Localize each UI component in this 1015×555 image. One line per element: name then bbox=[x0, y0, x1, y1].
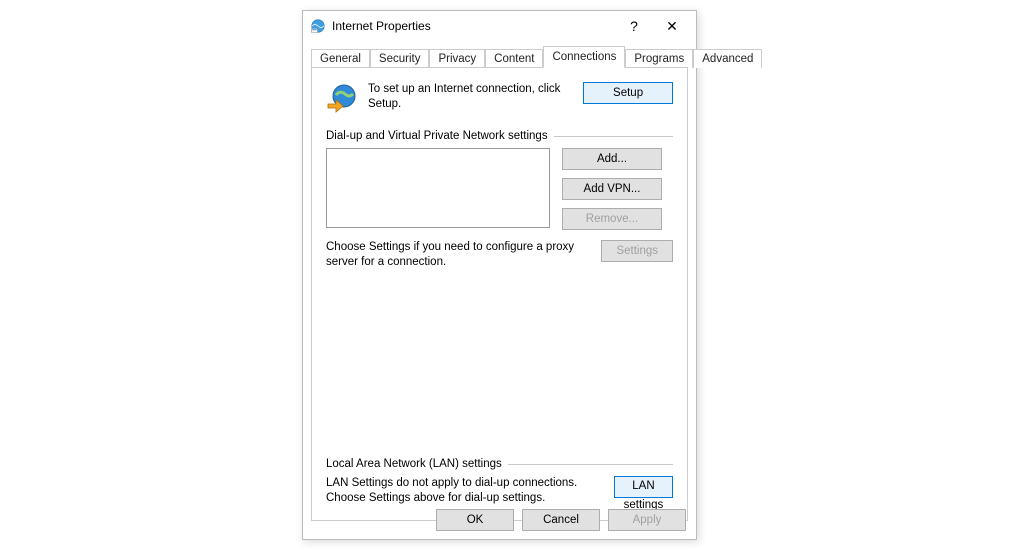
tab-connections[interactable]: Connections bbox=[543, 46, 625, 68]
lan-group: Local Area Network (LAN) settings LAN Se… bbox=[326, 458, 673, 506]
lan-text: LAN Settings do not apply to dial-up con… bbox=[326, 476, 602, 506]
tab-privacy[interactable]: Privacy bbox=[429, 49, 485, 68]
divider bbox=[554, 136, 673, 137]
window-title: Internet Properties bbox=[332, 19, 616, 33]
dialup-group: Dial-up and Virtual Private Network sett… bbox=[326, 130, 673, 270]
connections-panel: To set up an Internet connection, click … bbox=[311, 67, 688, 521]
setup-intro-text: To set up an Internet connection, click … bbox=[368, 82, 573, 112]
lan-group-label: Local Area Network (LAN) settings bbox=[326, 458, 502, 470]
tab-general[interactable]: General bbox=[311, 49, 370, 68]
internet-options-icon bbox=[310, 18, 326, 34]
settings-button[interactable]: Settings bbox=[601, 240, 673, 262]
remove-button[interactable]: Remove... bbox=[562, 208, 662, 230]
globe-arrow-icon bbox=[326, 82, 358, 114]
internet-properties-dialog: Internet Properties ? ✕ General Security… bbox=[302, 10, 697, 540]
close-button[interactable]: ✕ bbox=[652, 18, 692, 35]
dialup-group-label: Dial-up and Virtual Private Network sett… bbox=[326, 130, 548, 142]
dialog-footer: OK Cancel Apply bbox=[436, 509, 686, 531]
divider bbox=[508, 464, 673, 465]
add-vpn-button[interactable]: Add VPN... bbox=[562, 178, 662, 200]
titlebar: Internet Properties ? ✕ bbox=[303, 11, 696, 41]
setup-button[interactable]: Setup bbox=[583, 82, 673, 104]
tabstrip: General Security Privacy Content Connect… bbox=[303, 45, 696, 67]
tab-advanced[interactable]: Advanced bbox=[693, 49, 762, 68]
add-button[interactable]: Add... bbox=[562, 148, 662, 170]
tab-security[interactable]: Security bbox=[370, 49, 430, 68]
apply-button[interactable]: Apply bbox=[608, 509, 686, 531]
connections-listbox[interactable] bbox=[326, 148, 550, 228]
tab-programs[interactable]: Programs bbox=[625, 49, 693, 68]
cancel-button[interactable]: Cancel bbox=[522, 509, 600, 531]
ok-button[interactable]: OK bbox=[436, 509, 514, 531]
help-button[interactable]: ? bbox=[616, 18, 652, 34]
setup-row: To set up an Internet connection, click … bbox=[326, 82, 673, 114]
proxy-settings-text: Choose Settings if you need to configure… bbox=[326, 240, 589, 270]
lan-settings-button[interactable]: LAN settings bbox=[614, 476, 673, 498]
tab-content[interactable]: Content bbox=[485, 49, 543, 68]
